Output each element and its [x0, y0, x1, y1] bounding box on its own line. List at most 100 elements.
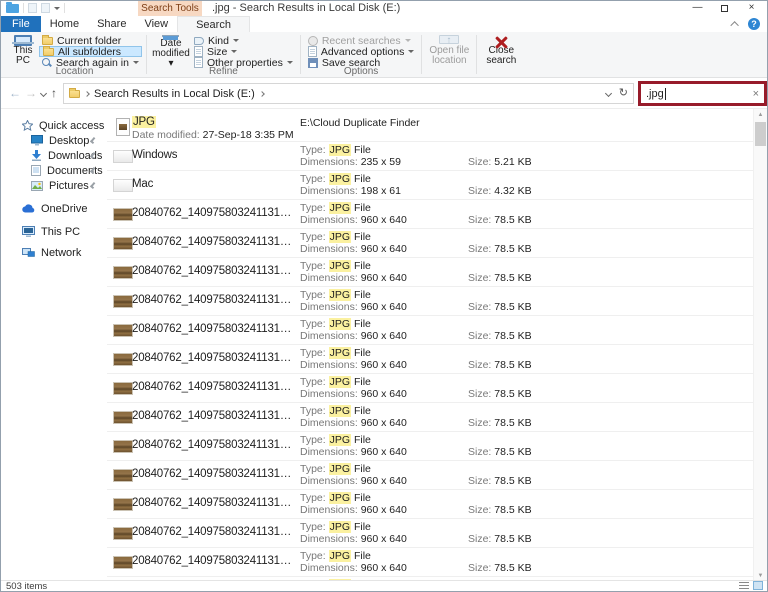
- file-type: Type: JPG File: [300, 405, 371, 417]
- current-folder-button[interactable]: Current folder: [39, 34, 142, 47]
- documents-icon: [31, 165, 41, 176]
- details-view-icon[interactable]: [739, 581, 749, 590]
- sidebar-item-pictures[interactable]: Pictures: [1, 178, 107, 193]
- breadcrumb[interactable]: Search Results in Local Disk (E:): [94, 88, 255, 100]
- desktop-icon: [31, 135, 43, 146]
- open-file-location-button[interactable]: Open file location: [426, 34, 472, 66]
- text-caret: [664, 87, 666, 100]
- file-row[interactable]: 20840762_1409758032411314_279916355... Ty…: [107, 519, 753, 548]
- collapse-ribbon-icon[interactable]: [730, 21, 739, 30]
- address-bar[interactable]: Search Results in Local Disk (E:) ↻: [63, 83, 634, 104]
- this-pc-button[interactable]: This PC: [7, 34, 39, 66]
- file-type: Type: JPG File: [300, 347, 371, 359]
- file-row[interactable]: 20840762_1409758032411314_279916355... Ty…: [107, 200, 753, 229]
- file-size: Size: 4.32 KB: [468, 185, 532, 197]
- forward-button[interactable]: →: [25, 86, 37, 100]
- status-bar: 503 items: [1, 580, 767, 591]
- dropdown-icon: [404, 39, 411, 42]
- file-row[interactable]: 20840762_1409758032411314_279916355... Ty…: [107, 403, 753, 432]
- sidebar-item-this-pc[interactable]: This PC: [1, 224, 107, 239]
- divider: [23, 3, 24, 13]
- up-button[interactable]: ↑: [51, 86, 57, 100]
- sidebar-item-documents[interactable]: Documents: [1, 163, 107, 178]
- file-name: 20840762_1409758032411314_279916355...: [132, 410, 296, 422]
- search-input[interactable]: .jpg ×: [638, 81, 767, 106]
- file-row[interactable]: 20840762_1409758032411314_279916355... Ty…: [107, 548, 753, 577]
- close-search-button[interactable]: Close search: [481, 34, 521, 66]
- sidebar-item-quick-access[interactable]: Quick access: [1, 118, 107, 133]
- file-size: Size: 78.5 KB: [468, 475, 532, 487]
- file-name: 20840762_1409758032411314_279916355...: [132, 207, 296, 219]
- kind-button[interactable]: Kind: [191, 35, 296, 47]
- file-row[interactable]: 20840762_1409758032411314_279916355... Ty…: [107, 432, 753, 461]
- vertical-scrollbar[interactable]: ▲ ▼: [753, 109, 767, 582]
- sidebar-item-network[interactable]: Network: [1, 245, 107, 260]
- dropdown-icon: [286, 61, 293, 64]
- image-thumbnail-icon: [113, 237, 133, 250]
- file-row[interactable]: Mac Type: JPG File Dimensions: 198 x 61 Siz…: [107, 171, 753, 200]
- tab-share[interactable]: Share: [88, 16, 135, 32]
- file-row[interactable]: 20840762_1409758032411314_279916355... Ty…: [107, 287, 753, 316]
- file-name: 20840762_1409758032411314_279916355...: [132, 555, 296, 567]
- open-location-icon: [439, 35, 460, 46]
- file-name: 20840762_1409758032411314_279916355...: [132, 323, 296, 335]
- size-icon: [193, 46, 203, 57]
- navigation-bar: ← → ↑ Search Results in Local Disk (E:) …: [1, 78, 767, 109]
- file-row[interactable]: 20840762_1409758032411314_279916355... Ty…: [107, 490, 753, 519]
- file-size: Size: 78.5 KB: [468, 359, 532, 371]
- file-dimensions: Dimensions: 960 x 640: [300, 504, 407, 516]
- address-dropdown-icon[interactable]: [604, 89, 612, 98]
- group-label-location: Location: [55, 66, 94, 77]
- file-dimensions: Dimensions: 960 x 640: [300, 330, 407, 342]
- new-folder-icon[interactable]: [41, 3, 50, 13]
- scrollbar-thumb[interactable]: [755, 122, 766, 146]
- file-size: Size: 78.5 KB: [468, 562, 532, 574]
- minimize-button[interactable]: —: [684, 1, 711, 16]
- tab-home[interactable]: Home: [41, 16, 88, 32]
- image-thumbnail-icon: [113, 179, 133, 192]
- file-row[interactable]: 20840762_1409758032411314_279916355... Ty…: [107, 229, 753, 258]
- ribbon-group-close: Close search: [477, 32, 525, 77]
- file-row[interactable]: 20840762_1409758032411314_279916355... Ty…: [107, 258, 753, 287]
- file-dimensions: Dimensions: 960 x 640: [300, 533, 407, 545]
- file-size: Size: 5.21 KB: [468, 156, 532, 168]
- customize-qat-icon[interactable]: [54, 6, 60, 10]
- refresh-icon[interactable]: ↻: [619, 88, 628, 99]
- scroll-up-icon[interactable]: ▲: [754, 109, 767, 121]
- file-row[interactable]: 20840762_1409758032411314_279916355... Ty…: [107, 374, 753, 403]
- file-row[interactable]: 20840762_1409758032411314_279916355... Ty…: [107, 345, 753, 374]
- file-type: Type: JPG File: [300, 376, 371, 388]
- sidebar-item-onedrive[interactable]: OneDrive: [1, 201, 107, 216]
- all-subfolders-button[interactable]: All subfolders: [39, 45, 142, 58]
- file-row[interactable]: JPG Date modified: 27-Sep-18 3:35 PM E:\Cl…: [107, 113, 753, 142]
- file-size: Size: 78.5 KB: [468, 214, 532, 226]
- advanced-options-button[interactable]: Advanced options: [305, 46, 417, 58]
- image-thumbnail-icon: [113, 353, 133, 366]
- back-button[interactable]: ←: [9, 86, 21, 100]
- tab-file[interactable]: File: [1, 16, 41, 32]
- restore-button[interactable]: [711, 1, 738, 16]
- sidebar-item-downloads[interactable]: Downloads: [1, 148, 107, 163]
- file-name: 20840762_1409758032411314_279916355...: [132, 468, 296, 480]
- recent-locations-icon[interactable]: [39, 89, 48, 98]
- sidebar-item-desktop[interactable]: Desktop: [1, 133, 107, 148]
- tab-view[interactable]: View: [135, 16, 177, 32]
- size-button[interactable]: Size: [191, 46, 296, 58]
- date-modified-button[interactable]: Date modified ▾: [151, 34, 191, 69]
- thumbnails-view-icon[interactable]: [753, 581, 763, 590]
- clear-search-icon[interactable]: ×: [753, 88, 759, 100]
- file-row[interactable]: 20840762_1409758032411314_279916355... Ty…: [107, 461, 753, 490]
- dropdown-icon: [232, 39, 239, 42]
- file-row[interactable]: 20840762_1409758032411314_279916355... Ty…: [107, 316, 753, 345]
- properties-icon[interactable]: [28, 3, 37, 13]
- file-row[interactable]: Windows Type: JPG File Dimensions: 235 x 5…: [107, 142, 753, 171]
- explorer-icon: [6, 1, 19, 13]
- file-name: JPG: [132, 116, 156, 128]
- recent-searches-button[interactable]: Recent searches: [305, 35, 417, 47]
- close-button[interactable]: ×: [738, 1, 765, 16]
- tab-search[interactable]: Search: [177, 16, 250, 32]
- options-icon: [307, 46, 317, 57]
- divider: [64, 3, 65, 13]
- help-icon[interactable]: ?: [748, 18, 760, 30]
- pin-icon: [89, 137, 96, 144]
